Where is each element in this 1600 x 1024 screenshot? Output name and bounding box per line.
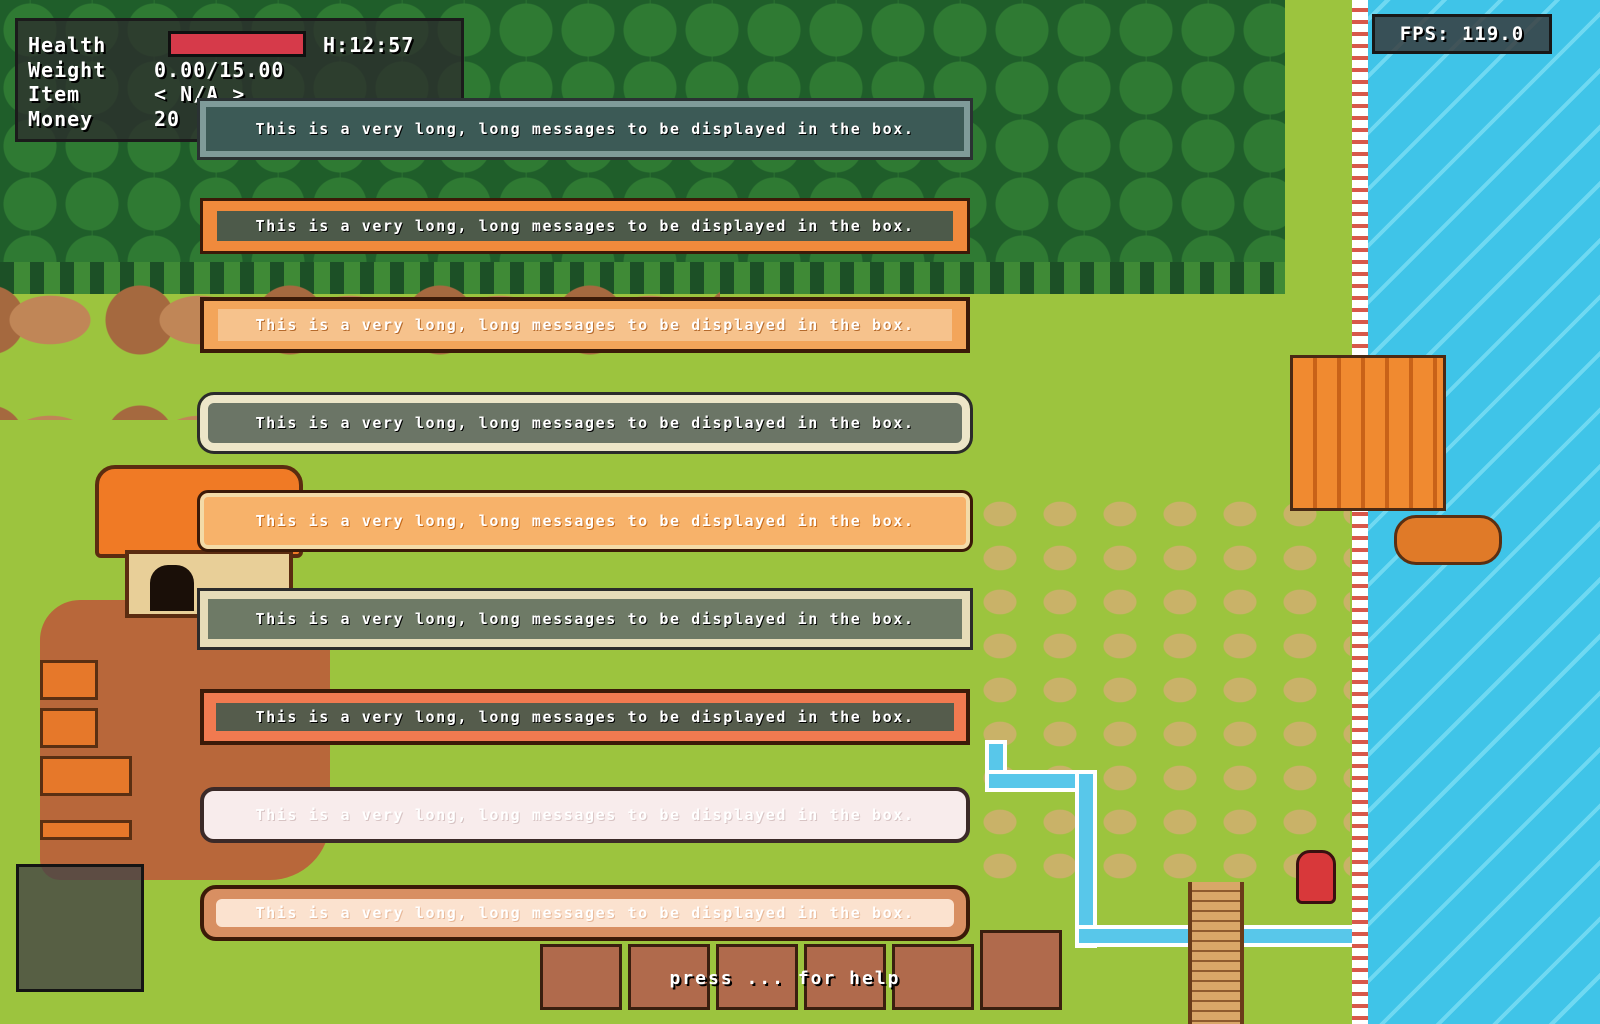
message-text: This is a very long, long messages to be… (255, 217, 915, 235)
message-box: This is a very long, long messages to be… (200, 689, 970, 745)
item-label: Item (28, 82, 81, 106)
soil-plot[interactable] (980, 930, 1062, 1010)
plank-icon (40, 708, 98, 748)
money-label: Money (28, 107, 94, 131)
plank-icon (40, 660, 98, 700)
help-hint: press ... for help (669, 968, 901, 989)
bench-icon[interactable] (40, 756, 132, 796)
message-box: This is a very long, long messages to be… (197, 392, 973, 454)
bridge-icon[interactable] (1188, 882, 1244, 1024)
weight-label: Weight (28, 58, 107, 82)
message-box: This is a very long, long messages to be… (200, 787, 970, 843)
message-box: This is a very long, long messages to be… (197, 588, 973, 650)
health-label: Health (28, 33, 107, 57)
message-box: This is a very long, long messages to be… (200, 198, 970, 254)
boat-icon[interactable] (1394, 515, 1502, 565)
message-text: This is a very long, long messages to be… (255, 904, 915, 922)
message-text: This is a very long, long messages to be… (255, 414, 915, 432)
message-text: This is a very long, long messages to be… (255, 806, 915, 824)
player-icon[interactable] (1296, 850, 1336, 904)
dock-icon[interactable] (1290, 355, 1446, 511)
message-text: This is a very long, long messages to be… (255, 512, 915, 530)
message-box: This is a very long, long messages to be… (197, 98, 973, 160)
weight-value: 0.00/15.00 (154, 58, 285, 82)
money-value: 20 (154, 107, 181, 131)
item-slot[interactable] (16, 864, 144, 992)
message-text: This is a very long, long messages to be… (255, 610, 915, 628)
message-box: This is a very long, long messages to be… (200, 885, 970, 941)
soil-plot[interactable] (540, 944, 622, 1010)
message-box: This is a very long, long messages to be… (200, 297, 970, 353)
time-display: H:12:57 (323, 33, 415, 57)
health-bar (168, 31, 306, 57)
message-text: This is a very long, long messages to be… (255, 316, 915, 334)
message-text: This is a very long, long messages to be… (255, 708, 915, 726)
message-box: This is a very long, long messages to be… (197, 490, 973, 552)
house-door[interactable] (150, 565, 194, 611)
message-text: This is a very long, long messages to be… (255, 120, 915, 138)
plank-icon (40, 820, 132, 840)
river-water (1368, 0, 1600, 1024)
fps-counter: FPS: 119.0 (1372, 14, 1552, 54)
wood-planks (40, 660, 140, 850)
